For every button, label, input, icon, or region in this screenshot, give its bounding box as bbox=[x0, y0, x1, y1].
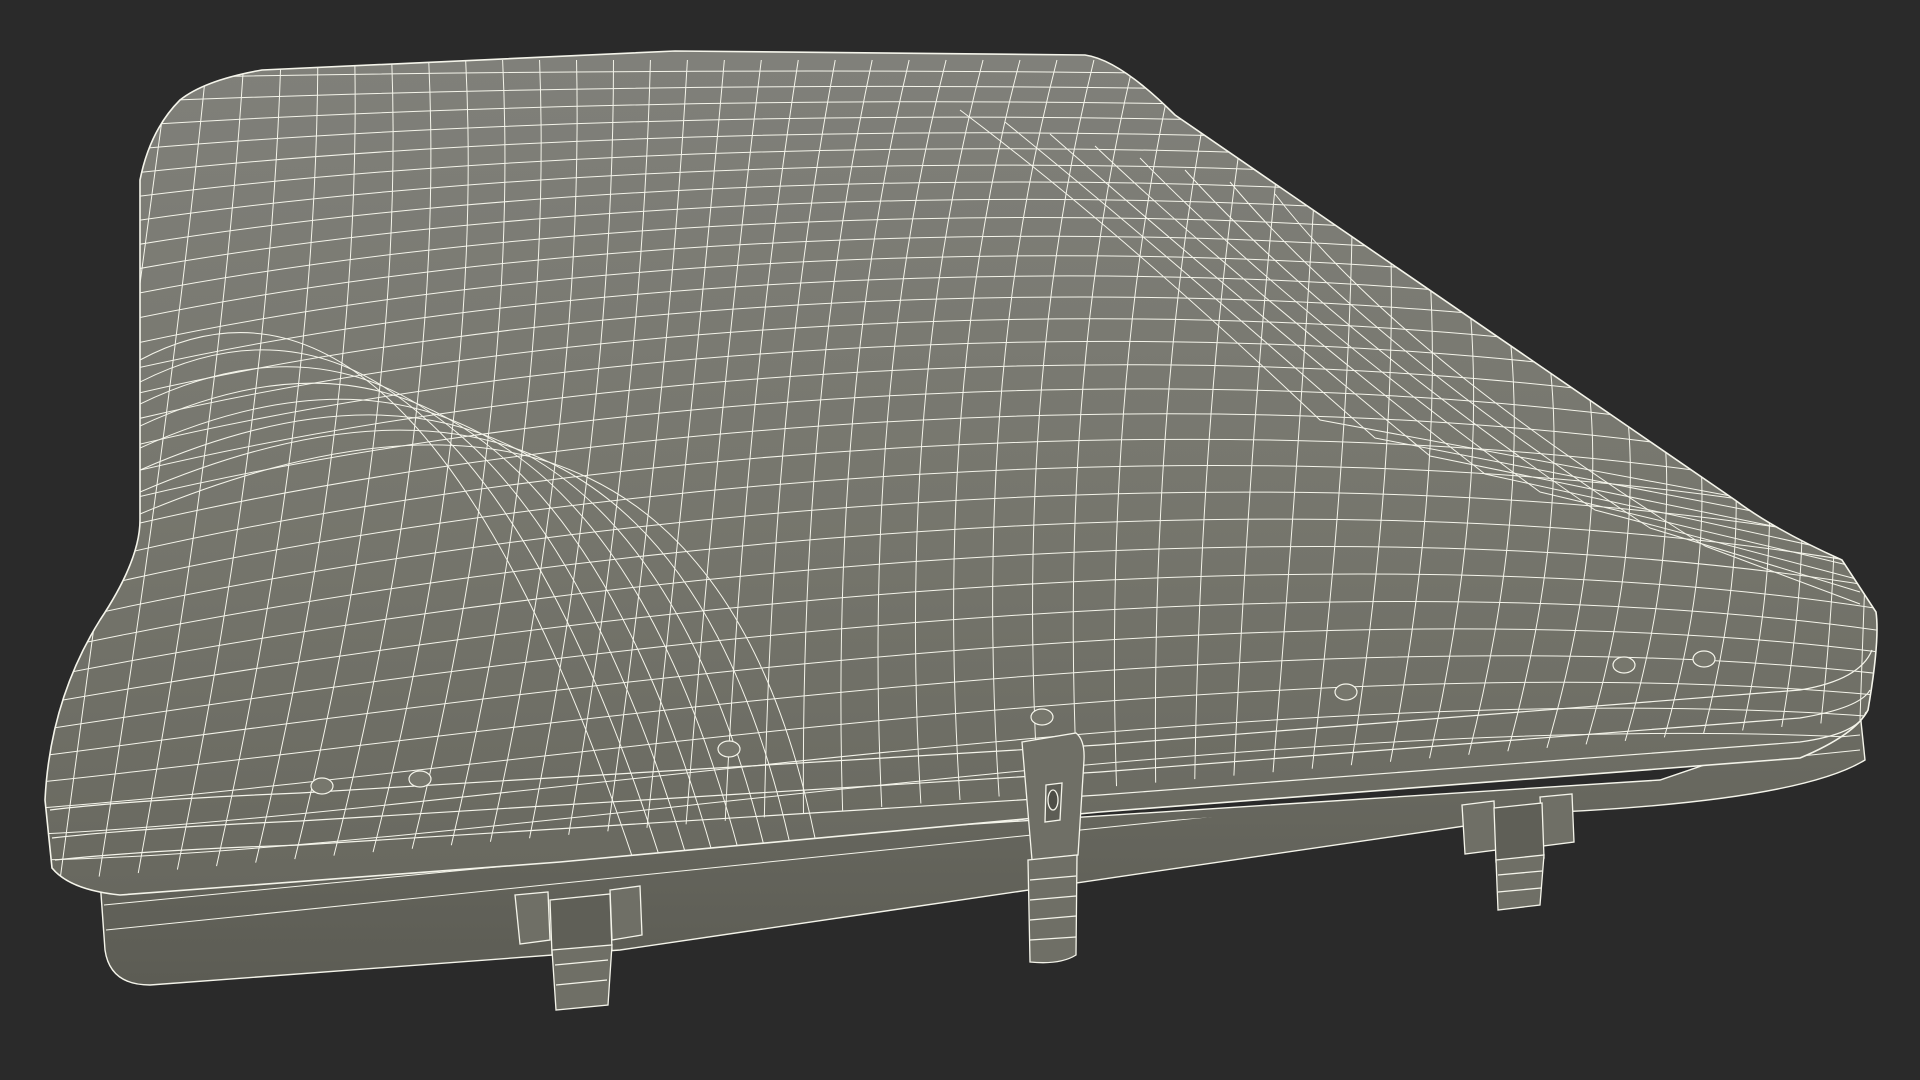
render-viewport bbox=[0, 0, 1920, 1080]
screw-boss bbox=[408, 770, 432, 788]
wireframe-render bbox=[44, 50, 1878, 1011]
box-lid bbox=[44, 50, 1878, 896]
screw-boss bbox=[1612, 656, 1636, 674]
screw-boss bbox=[717, 740, 741, 758]
center-lock-latch bbox=[1021, 732, 1085, 964]
right-hinge bbox=[1461, 793, 1575, 911]
screw-boss bbox=[310, 777, 334, 795]
screw-boss bbox=[1334, 683, 1358, 701]
screw-boss bbox=[1692, 650, 1716, 668]
screw-boss bbox=[1030, 708, 1054, 726]
